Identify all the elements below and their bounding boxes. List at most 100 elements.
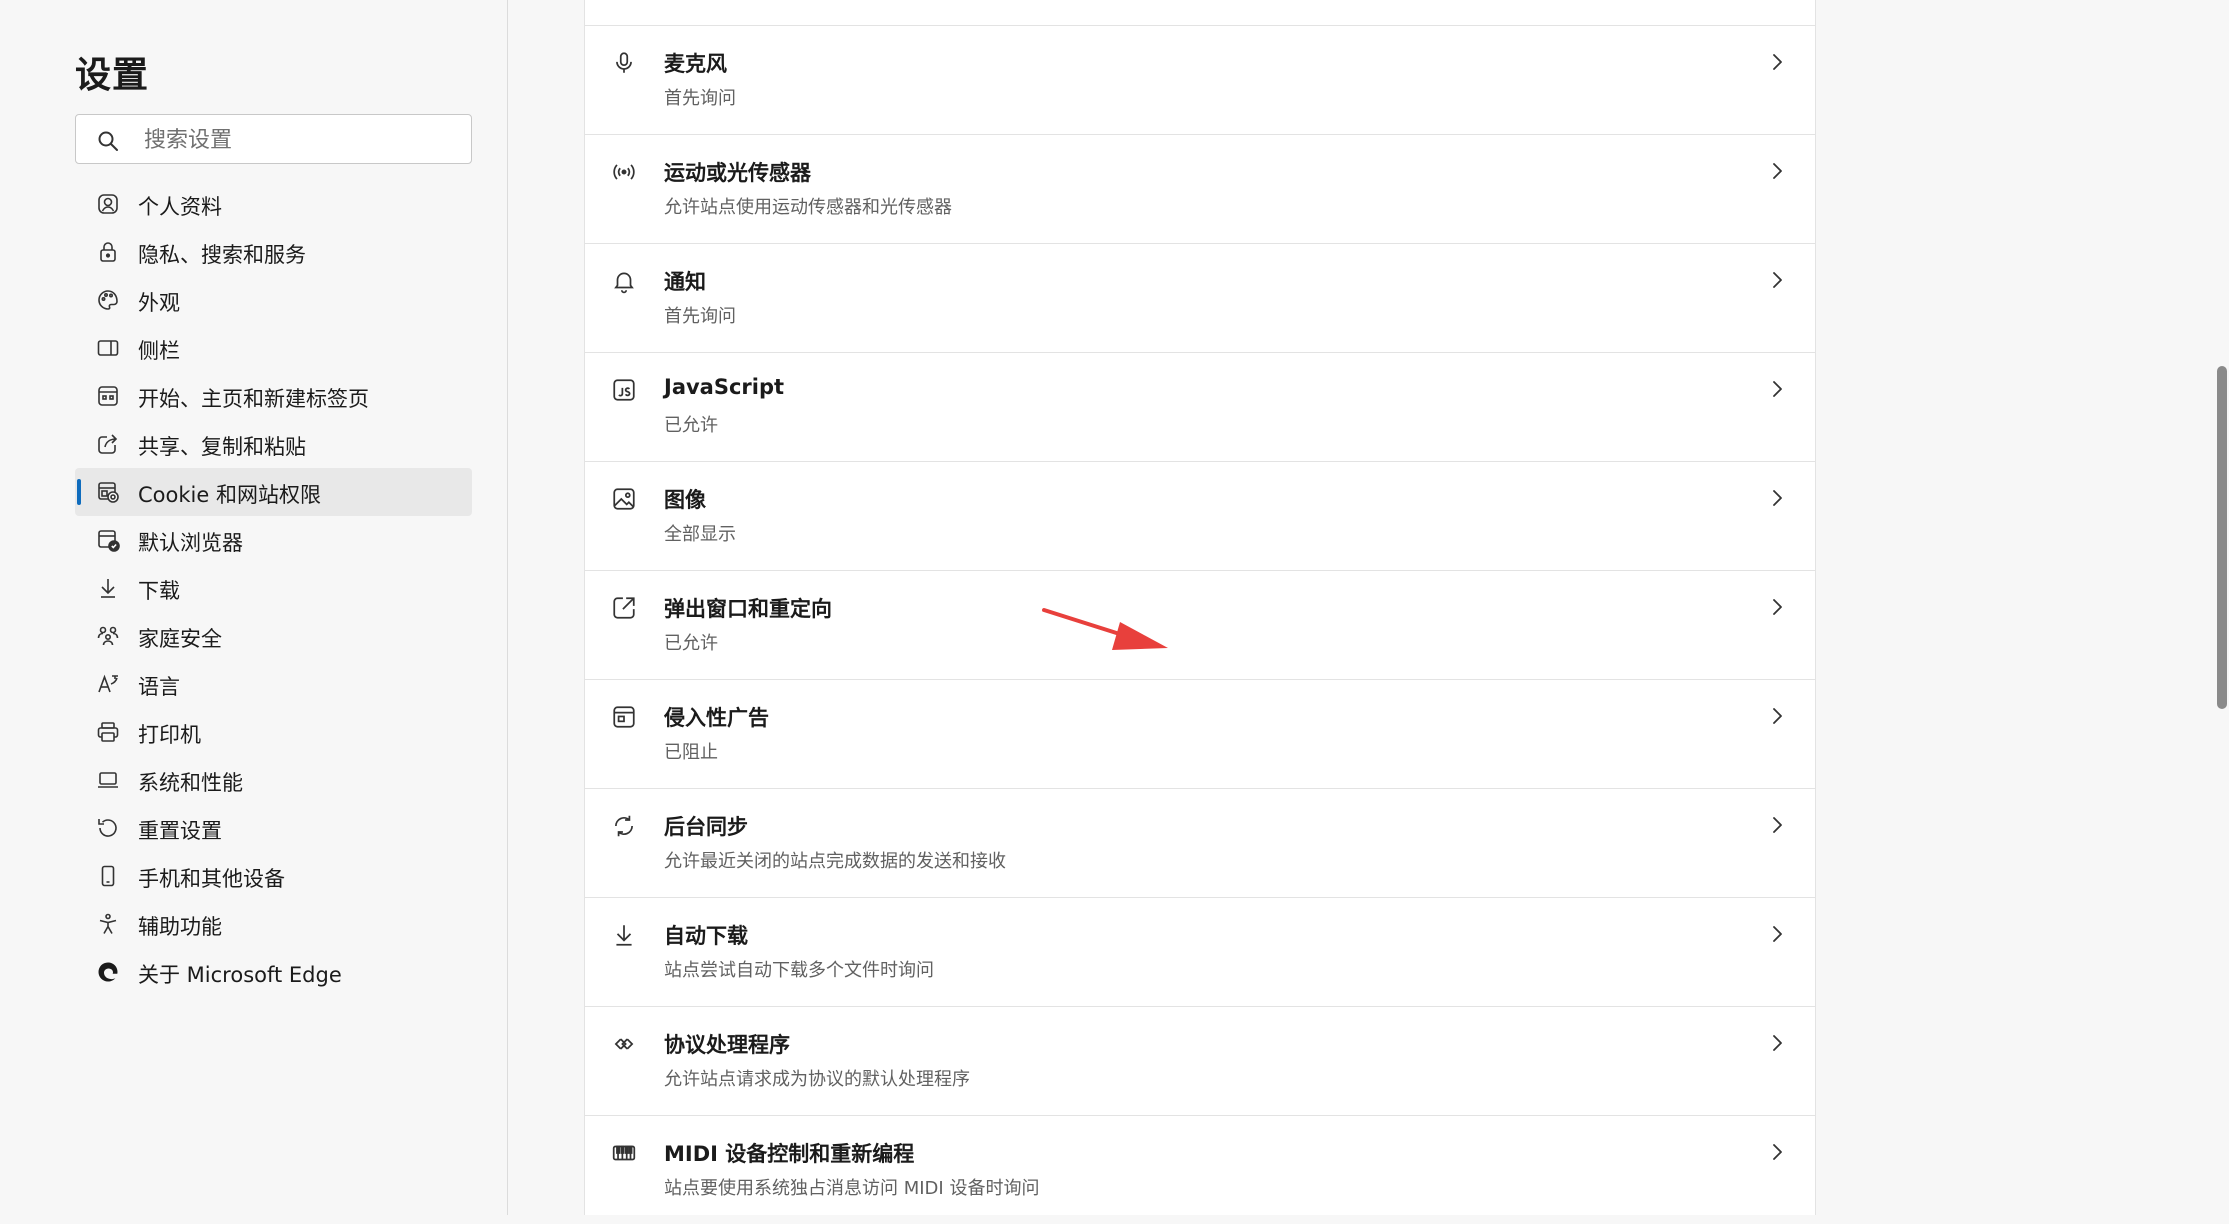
permission-title: 通知 [664,270,706,294]
chevron-right-icon [1767,268,1787,292]
cookie-icon [95,479,121,505]
permission-title: JavaScript [664,375,785,399]
microphone-icon [611,50,637,76]
search-input[interactable] [142,123,456,157]
sidebar-item-appearance[interactable]: 外观 [75,276,472,324]
scrollbar-thumb[interactable] [2217,366,2227,709]
permission-status: 允许最近关闭的站点完成数据的发送和接收 [664,851,1006,872]
protocol-icon [611,1031,637,1057]
sidebar-item-label: 家庭安全 [138,627,222,651]
sidebar-item-cookies[interactable]: Cookie 和网站权限 [75,468,472,516]
download-icon [611,922,637,948]
sidebar-item-label: 隐私、搜索和服务 [138,243,306,267]
sidebar-item-printers[interactable]: 打印机 [75,708,472,756]
browser-icon [95,527,121,553]
permission-row-images[interactable]: 图像 全部显示 [585,461,1815,570]
chevron-right-icon [1767,1140,1787,1164]
permission-status: 已阻止 [664,742,718,763]
permission-title: 麦克风 [664,52,727,76]
sidebar-item-label: 系统和性能 [138,771,243,795]
sidebar-item-profile[interactable]: 个人资料 [75,180,472,228]
permission-row-popups-redirects[interactable]: 弹出窗口和重定向 已允许 [585,570,1815,679]
sidebar-item-label: 共享、复制和粘贴 [138,435,306,459]
site-permissions-list: 麦克风 首先询问 运动或光传感器 允许站点使用运动传感器和光传感器 通知 首先询… [584,0,1816,1215]
laptop-icon [95,767,121,793]
edge-logo-icon [95,959,121,985]
permission-status: 首先询问 [664,88,736,109]
permission-status: 首先询问 [664,306,736,327]
language-icon [95,671,121,697]
chevron-right-icon [1767,159,1787,183]
permission-status: 站点尝试自动下载多个文件时询问 [664,960,934,981]
family-icon [95,623,121,649]
permission-row-javascript[interactable]: JavaScript 已允许 [585,352,1815,461]
sidebar-item-label: 下载 [138,579,180,603]
permission-title: 运动或光传感器 [664,161,811,185]
midi-icon [611,1140,637,1166]
download-icon [95,575,121,601]
sidebar-item-phone-devices[interactable]: 手机和其他设备 [75,852,472,900]
settings-sidebar: 设置 个人资料 隐私、搜索和服务 外观 [0,0,508,1215]
permission-title: 侵入性广告 [664,706,769,730]
search-box[interactable] [75,114,472,164]
permission-row-notifications[interactable]: 通知 首先询问 [585,243,1815,352]
permission-status: 已允许 [664,415,718,436]
annotation-arrow [1042,608,1168,650]
phone-icon [95,863,121,889]
permission-title: 图像 [664,488,706,512]
permission-row-microphone[interactable]: 麦克风 首先询问 [585,25,1815,134]
sidebar-item-label: 外观 [138,291,180,315]
image-icon [611,486,637,512]
sidebar-item-privacy[interactable]: 隐私、搜索和服务 [75,228,472,276]
sidebar-item-default-browser[interactable]: 默认浏览器 [75,516,472,564]
permission-status: 已允许 [664,633,718,654]
permission-status: 允许站点请求成为协议的默认处理程序 [664,1069,970,1090]
sidebar-item-label: 侧栏 [138,339,180,363]
chevron-right-icon [1767,704,1787,728]
sidebar-item-label: 语言 [138,675,180,699]
sidebar-item-language[interactable]: 语言 [75,660,472,708]
sidebar-item-label: 手机和其他设备 [138,867,285,891]
permission-title: 协议处理程序 [664,1033,790,1057]
page-scrollbar[interactable] [2208,0,2229,1215]
chevron-right-icon [1767,50,1787,74]
permission-row-motion-sensors[interactable]: 运动或光传感器 允许站点使用运动传感器和光传感器 [585,134,1815,243]
sidebar-item-sidebar[interactable]: 侧栏 [75,324,472,372]
sidebar-item-start-home[interactable]: 开始、主页和新建标签页 [75,372,472,420]
chevron-right-icon [1767,1031,1787,1055]
main-content: 麦克风 首先询问 运动或光传感器 允许站点使用运动传感器和光传感器 通知 首先询… [508,0,2208,1215]
settings-nav: 个人资料 隐私、搜索和服务 外观 侧栏 开始、主页和新建标签页 共享、复制和粘贴… [75,180,472,996]
permission-row-partial[interactable] [585,0,1815,25]
sensor-icon [611,159,637,185]
sidebar-item-label: 重置设置 [138,819,222,843]
permission-row-background-sync[interactable]: 后台同步 允许最近关闭的站点完成数据的发送和接收 [585,788,1815,897]
sidebar-item-label: 开始、主页和新建标签页 [138,387,369,411]
chevron-right-icon [1767,377,1787,401]
sidebar-item-label: Cookie 和网站权限 [138,483,321,507]
popup-icon [611,595,637,621]
permission-row-protocol-handlers[interactable]: 协议处理程序 允许站点请求成为协议的默认处理程序 [585,1006,1815,1115]
sidebar-item-share[interactable]: 共享、复制和粘贴 [75,420,472,468]
permission-row-intrusive-ads[interactable]: 侵入性广告 已阻止 [585,679,1815,788]
sidebar-item-label: 辅助功能 [138,915,222,939]
chevron-right-icon [1767,486,1787,510]
share-icon [95,431,121,457]
profile-icon [95,191,121,217]
permission-row-midi[interactable]: MIDI 设备控制和重新编程 站点要使用系统独占消息访问 MIDI 设备时询问 [585,1115,1815,1224]
sidebar-item-label: 默认浏览器 [138,531,243,555]
permission-row-automatic-downloads[interactable]: 自动下载 站点尝试自动下载多个文件时询问 [585,897,1815,1006]
sidebar-item-reset[interactable]: 重置设置 [75,804,472,852]
sidebar-item-label: 个人资料 [138,195,222,219]
reset-icon [95,815,121,841]
chevron-right-icon [1767,922,1787,946]
sidebar-item-about-edge[interactable]: 关于 Microsoft Edge [75,948,472,996]
sidebar-icon [95,335,121,361]
sidebar-item-family-safety[interactable]: 家庭安全 [75,612,472,660]
sidebar-item-downloads[interactable]: 下载 [75,564,472,612]
sidebar-item-accessibility[interactable]: 辅助功能 [75,900,472,948]
accessibility-icon [95,911,121,937]
sidebar-item-system-performance[interactable]: 系统和性能 [75,756,472,804]
lock-icon [95,239,121,265]
javascript-icon [611,377,637,403]
permission-status: 允许站点使用运动传感器和光传感器 [664,197,952,218]
